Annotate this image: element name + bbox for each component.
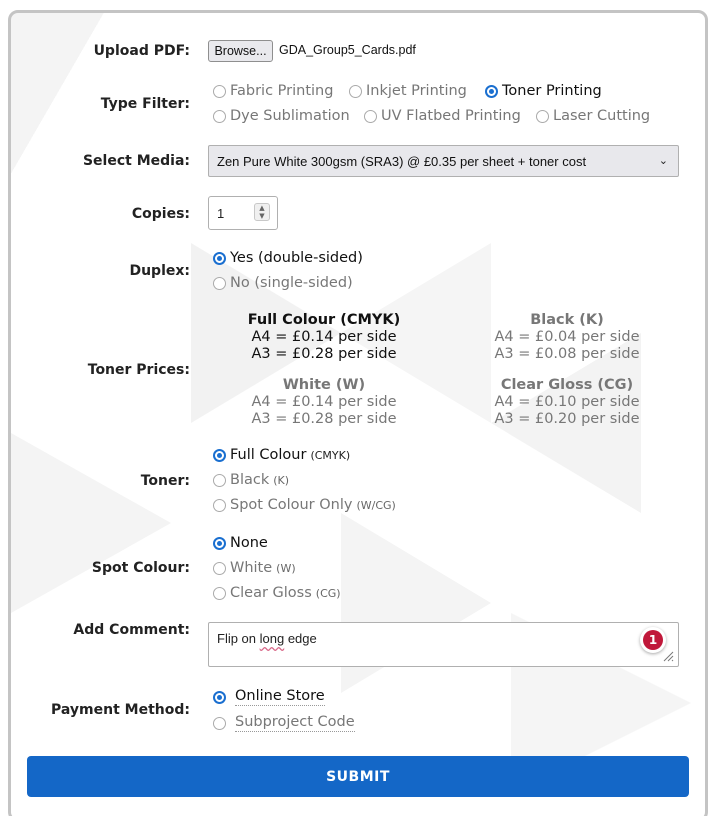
radio-icon (364, 109, 377, 123)
radio-icon (213, 561, 226, 575)
radio-icon (536, 109, 549, 123)
radio-icon (213, 536, 226, 550)
duplex-label: Duplex: (129, 263, 190, 279)
comment-textarea[interactable]: Flip on long edge (208, 622, 679, 667)
type-filter-label: Type Filter: (100, 96, 190, 112)
copies-stepper[interactable]: 1 ▲ ▼ (208, 196, 278, 230)
filter-uv-flatbed-radio[interactable]: UV Flatbed Printing (364, 108, 521, 124)
toner-prices-label: Toner Prices: (87, 362, 190, 378)
misspelled-word: long (259, 631, 285, 646)
spot-white-radio[interactable]: White (W) (213, 560, 296, 576)
payment-subproject-radio[interactable]: Subproject Code (213, 714, 355, 732)
payment-online-store-radio[interactable]: Online Store (213, 688, 325, 706)
payment-label: Payment Method: (51, 702, 190, 718)
media-select[interactable]: Zen Pure White 300gsm (SRA3) @ £0.35 per… (208, 145, 679, 177)
radio-icon (213, 473, 226, 487)
duplex-no-radio[interactable]: No (single-sided) (213, 275, 353, 291)
price-clear-gloss: Clear Gloss (CG) A4 = £0.10 per side A3 … (494, 377, 640, 427)
radio-icon (213, 276, 226, 290)
toner-black-radio[interactable]: Black (K) (213, 472, 289, 488)
resize-handle-icon[interactable] (662, 650, 674, 662)
filter-inkjet-radio[interactable]: Inkjet Printing (349, 83, 467, 99)
submit-button[interactable]: SUBMIT (27, 756, 689, 797)
media-value: Zen Pure White 300gsm (SRA3) @ £0.35 per… (217, 153, 587, 169)
radio-icon (349, 84, 362, 98)
file-name: GDA_Group5_Cards.pdf (279, 43, 416, 57)
chevron-down-icon: ⌄ (658, 155, 668, 167)
upload-label: Upload PDF: (93, 43, 190, 59)
radio-icon (213, 84, 226, 98)
radio-icon (213, 586, 226, 600)
browse-button[interactable]: Browse... (208, 40, 273, 62)
radio-icon (213, 251, 226, 265)
filter-toner-radio[interactable]: Toner Printing (485, 83, 602, 99)
price-white: White (W) A4 = £0.14 per side A3 = £0.28… (251, 377, 397, 427)
radio-icon (213, 498, 226, 512)
toner-full-colour-radio[interactable]: Full Colour (CMYK) (213, 447, 350, 463)
radio-icon (213, 690, 226, 704)
price-black: Black (K) A4 = £0.04 per side A3 = £0.08… (494, 312, 640, 362)
spot-clear-gloss-radio[interactable]: Clear Gloss (CG) (213, 585, 341, 601)
filter-laser-cutting-radio[interactable]: Laser Cutting (536, 108, 650, 124)
radio-icon (213, 716, 226, 730)
spot-colour-label: Spot Colour: (91, 560, 190, 576)
comment-label: Add Comment: (73, 622, 190, 638)
toner-label: Toner: (140, 473, 190, 489)
spot-none-radio[interactable]: None (213, 535, 268, 551)
badge-count: 1 (643, 630, 663, 650)
spinner-arrows-icon[interactable]: ▲ ▼ (254, 203, 270, 221)
filter-dye-sublimation-radio[interactable]: Dye Sublimation (213, 108, 350, 124)
media-label: Select Media: (82, 153, 190, 169)
toner-spot-only-radio[interactable]: Spot Colour Only (W/CG) (213, 497, 396, 513)
duplex-yes-radio[interactable]: Yes (double-sided) (213, 250, 363, 266)
radio-icon (485, 84, 498, 98)
radio-icon (213, 448, 226, 462)
copies-value: 1 (217, 206, 225, 221)
filter-fabric-radio[interactable]: Fabric Printing (213, 83, 333, 99)
copies-label: Copies: (131, 206, 190, 222)
radio-icon (213, 109, 226, 123)
price-full-colour: Full Colour (CMYK) A4 = £0.14 per side A… (247, 312, 401, 362)
